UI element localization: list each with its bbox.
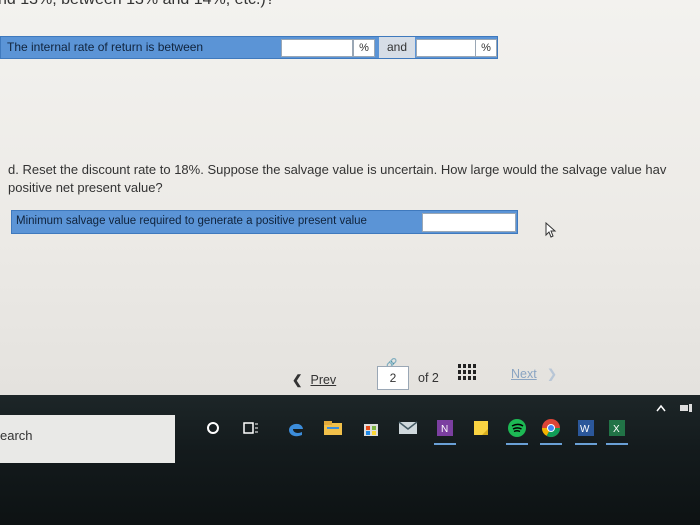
- grid-view-icon[interactable]: [458, 364, 476, 380]
- salvage-label: Minimum salvage value required to genera…: [16, 215, 367, 227]
- chevron-up-icon[interactable]: [650, 397, 672, 419]
- next-label: Next: [511, 367, 537, 381]
- excel-icon[interactable]: X: [606, 417, 628, 445]
- network-icon[interactable]: [675, 397, 697, 419]
- irr-upper-input[interactable]: [416, 39, 476, 57]
- page-count-label: of 2: [418, 371, 439, 385]
- sticky-notes-icon[interactable]: [470, 417, 492, 439]
- onenote-active-indicator: [434, 443, 456, 445]
- file-explorer-icon[interactable]: [322, 417, 344, 439]
- mouse-cursor-icon: [545, 222, 557, 238]
- store-icon[interactable]: [360, 417, 382, 439]
- question-page: nd 13%, between 13% and 14%, etc.)? The …: [0, 0, 700, 395]
- task-view-icon[interactable]: [240, 417, 262, 439]
- previous-question-fragment: nd 13%, between 13% and 14%, etc.)?: [0, 0, 275, 9]
- question-d-text: d. Reset the discount rate to 18%. Suppo…: [8, 161, 700, 197]
- prev-label: Prev: [310, 373, 337, 387]
- taskbar-search-box[interactable]: earch: [0, 415, 175, 463]
- spotify-icon[interactable]: [506, 417, 528, 445]
- irr-label: The internal rate of return is between: [7, 40, 204, 54]
- question-navigation: ❮ Prev 🔗 2 of 2 Next ❯: [0, 358, 700, 394]
- spotify-active-indicator: [506, 443, 528, 445]
- edge-icon[interactable]: [285, 417, 307, 439]
- irr-answer-row: The internal rate of return is between %…: [0, 36, 498, 59]
- next-button[interactable]: Next ❯: [511, 366, 557, 381]
- svg-text:X: X: [613, 424, 620, 435]
- salvage-value-input[interactable]: [422, 213, 516, 232]
- chrome-icon[interactable]: [540, 417, 562, 445]
- irr-lower-pct-unit: %: [353, 39, 375, 57]
- chevron-right-icon: ❯: [546, 367, 558, 381]
- question-d-line1: d. Reset the discount rate to 18%. Suppo…: [8, 162, 667, 177]
- irr-lower-input[interactable]: [281, 39, 353, 57]
- svg-text:W: W: [580, 424, 590, 435]
- chrome-active-indicator: [540, 443, 562, 445]
- page-number-input[interactable]: 2: [377, 366, 409, 390]
- onenote-icon[interactable]: N: [434, 417, 456, 445]
- cortana-icon[interactable]: [202, 417, 224, 439]
- prev-button[interactable]: ❮ Prev: [292, 372, 336, 387]
- svg-text:N: N: [441, 424, 448, 435]
- irr-upper-pct-unit: %: [475, 39, 497, 57]
- question-d-line2: positive net present value?: [8, 180, 163, 195]
- salvage-answer-row: Minimum salvage value required to genera…: [11, 210, 518, 234]
- mail-icon[interactable]: [397, 417, 419, 439]
- windows-taskbar: earch N W X: [0, 395, 700, 525]
- chevron-left-icon: ❮: [292, 373, 303, 387]
- taskbar-search-text: earch: [0, 428, 33, 443]
- irr-and-label: and: [379, 37, 415, 58]
- word-icon[interactable]: W: [575, 417, 597, 445]
- excel-active-indicator: [606, 443, 628, 445]
- word-active-indicator: [575, 443, 597, 445]
